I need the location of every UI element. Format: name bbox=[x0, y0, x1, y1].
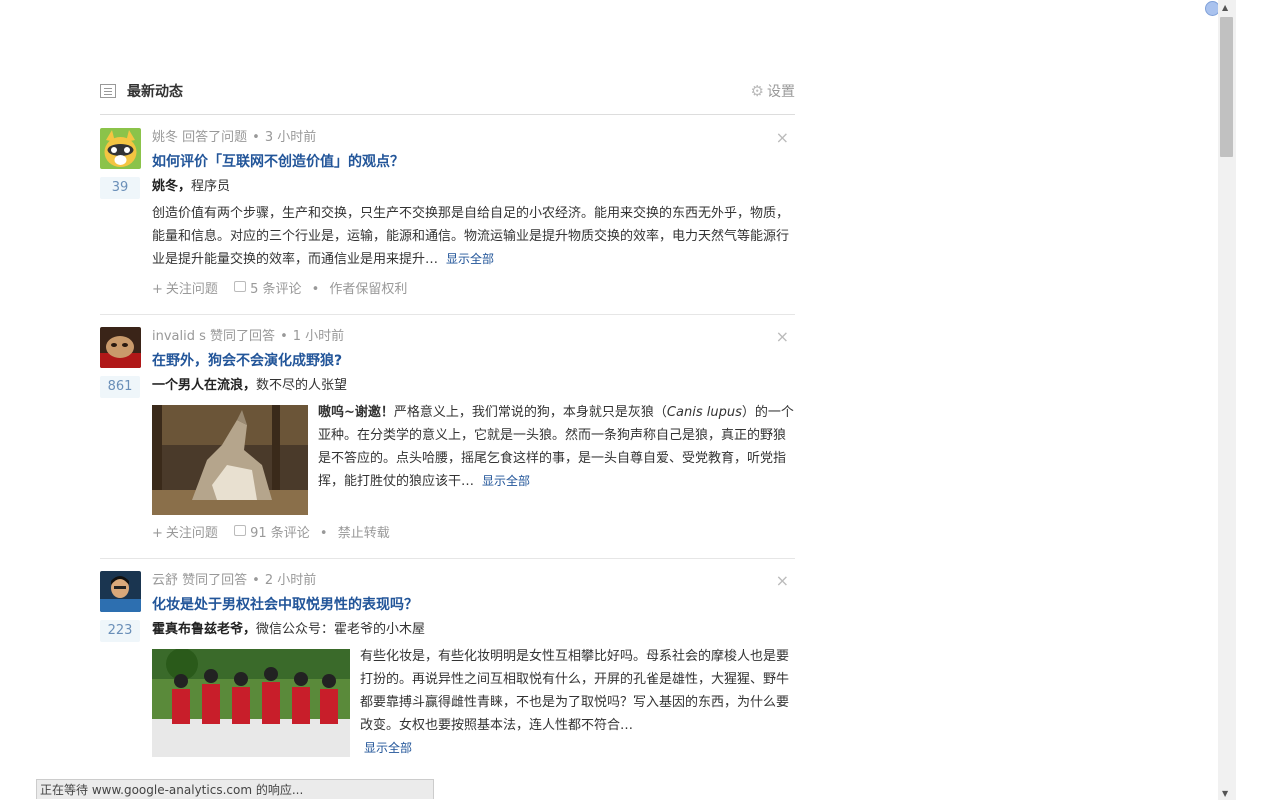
feed-item: 39 × 姚冬 回答了问题 • 3 小时前 如何评价「互联网不创造价值」的观点？ 姚… bbox=[100, 115, 795, 315]
answer-excerpt[interactable]: 嗷呜~谢邀！严格意义上，我们常说的狗，本身就只是灰狼（Canis lupus）的… bbox=[152, 401, 795, 515]
gear-icon: ⚙ bbox=[750, 82, 764, 100]
vertical-scrollbar[interactable]: ▲ ▼ bbox=[1218, 0, 1236, 800]
item-actions: + 关注问题 91 条评论 • 禁止转载 bbox=[152, 525, 390, 541]
excerpt-text-a: 严格意义上，我们常说的狗，本身就只是灰狼（ bbox=[393, 405, 667, 420]
author-bio: 数不尽的人张望 bbox=[256, 378, 348, 393]
plus-icon: + bbox=[152, 526, 163, 541]
item-meta: 姚冬 回答了问题 • 3 小时前 bbox=[152, 130, 317, 145]
meta-time: 3 小时前 bbox=[264, 130, 317, 145]
settings-label: 设置 bbox=[767, 84, 795, 100]
scroll-down-icon[interactable]: ▼ bbox=[1222, 789, 1228, 798]
comments-button[interactable]: 5 条评论 bbox=[234, 281, 302, 297]
copyright-label: 作者保留权利 bbox=[329, 282, 408, 297]
photo-image[interactable] bbox=[152, 649, 350, 757]
item-meta: 云舒 赞同了回答 • 2 小时前 bbox=[152, 573, 317, 588]
scrollbar-thumb[interactable] bbox=[1220, 17, 1233, 157]
meta-time: 1 小时前 bbox=[292, 329, 345, 344]
excerpt-text: 有些化妆是，有些化妆明明是女性互相攀比好吗。母系社会的摩梭人也是要打扮的。再说异… bbox=[360, 649, 790, 733]
comments-label: 5 条评论 bbox=[250, 282, 302, 297]
comment-icon bbox=[234, 281, 247, 292]
feed-header: 最新动态 ⚙ 设置 bbox=[100, 78, 795, 115]
avatar[interactable] bbox=[100, 327, 141, 368]
meta-time: 2 小时前 bbox=[264, 573, 317, 588]
question-title[interactable]: 化妆是处于男权社会中取悦男性的表现吗？ bbox=[152, 594, 795, 616]
close-icon[interactable]: × bbox=[776, 571, 789, 590]
vote-count[interactable]: 39 bbox=[100, 177, 140, 199]
meta-action: 回答了问题 bbox=[182, 130, 248, 145]
wolf-image[interactable] bbox=[152, 405, 308, 515]
meta-user[interactable]: 云舒 bbox=[152, 573, 178, 588]
meta-action: 赞同了回答 bbox=[210, 329, 276, 344]
item-actions: + 关注问题 5 条评论 • 作者保留权利 bbox=[152, 281, 408, 297]
avatar[interactable] bbox=[100, 571, 141, 612]
follow-question-button[interactable]: + 关注问题 bbox=[152, 526, 218, 541]
follow-label: 关注问题 bbox=[165, 526, 218, 541]
answer-excerpt[interactable]: 创造价值有两个步骤，生产和交换，只生产不交换那是自给自足的小农经济。能用来交换的… bbox=[152, 202, 795, 271]
author-bio: 微信公众号：霍老爷的小木屋 bbox=[256, 622, 426, 637]
author-name[interactable]: 姚冬， bbox=[152, 179, 191, 194]
author-info: 霍真布鲁兹老爷，微信公众号：霍老爷的小木屋 bbox=[152, 620, 795, 640]
comment-icon bbox=[234, 525, 247, 536]
vote-count[interactable]: 861 bbox=[100, 376, 140, 398]
meta-action: 赞同了回答 bbox=[182, 573, 248, 588]
author-info: 一个男人在流浪，数不尽的人张望 bbox=[152, 376, 795, 396]
feed: 最新动态 ⚙ 设置 39 × 姚冬 回答了问题 • 3 小时前 如何评价「互联网不创造… bbox=[100, 78, 795, 760]
author-bio: 程序员 bbox=[191, 179, 231, 194]
show-all-link[interactable]: 显示全部 bbox=[482, 474, 530, 488]
comments-label: 91 条评论 bbox=[250, 526, 310, 541]
list-icon bbox=[100, 84, 116, 98]
show-all-link[interactable]: 显示全部 bbox=[364, 741, 412, 755]
author-info: 姚冬，程序员 bbox=[152, 177, 795, 197]
item-content: 云舒 赞同了回答 • 2 小时前 化妆是处于男权社会中取悦男性的表现吗？ 霍真布鲁兹… bbox=[152, 571, 795, 760]
vote-count[interactable]: 223 bbox=[100, 620, 140, 642]
excerpt-italic: Canis lupus bbox=[666, 405, 742, 420]
feed-title: 最新动态 bbox=[127, 84, 183, 100]
follow-question-button[interactable]: + 关注问题 bbox=[152, 282, 218, 297]
copyright-label: 禁止转载 bbox=[337, 526, 390, 541]
status-bar: 正在等待 www.google-analytics.com 的响应... bbox=[36, 779, 434, 799]
avatar[interactable] bbox=[100, 128, 141, 169]
meta-user[interactable]: 姚冬 bbox=[152, 130, 178, 145]
feed-item: 223 × 云舒 赞同了回答 • 2 小时前 化妆是处于男权社会中取悦男性的表现吗？… bbox=[100, 559, 795, 760]
item-content: 姚冬 回答了问题 • 3 小时前 如何评价「互联网不创造价值」的观点？ 姚冬，程序员… bbox=[152, 128, 795, 314]
scroll-up-icon[interactable]: ▲ bbox=[1222, 3, 1228, 12]
show-all-link[interactable]: 显示全部 bbox=[446, 252, 494, 266]
settings-button[interactable]: ⚙ 设置 bbox=[751, 81, 795, 101]
plus-icon: + bbox=[152, 282, 163, 297]
comments-button[interactable]: 91 条评论 bbox=[234, 525, 310, 541]
meta-user[interactable]: invalid s bbox=[152, 329, 206, 344]
answer-excerpt[interactable]: 有些化妆是，有些化妆明明是女性互相攀比好吗。母系社会的摩梭人也是要打扮的。再说异… bbox=[152, 645, 795, 760]
question-title[interactable]: 在野外，狗会不会演化成野狼? bbox=[152, 350, 795, 372]
close-icon[interactable]: × bbox=[776, 128, 789, 147]
close-icon[interactable]: × bbox=[776, 327, 789, 346]
author-name[interactable]: 一个男人在流浪， bbox=[152, 378, 256, 393]
feed-item: 861 × invalid s 赞同了回答 • 1 小时前 在野外，狗会不会演化成野… bbox=[100, 315, 795, 559]
item-content: invalid s 赞同了回答 • 1 小时前 在野外，狗会不会演化成野狼? 一个男… bbox=[152, 327, 795, 558]
follow-label: 关注问题 bbox=[165, 282, 218, 297]
item-meta: invalid s 赞同了回答 • 1 小时前 bbox=[152, 329, 345, 344]
excerpt-lead: 嗷呜~谢邀！ bbox=[318, 405, 394, 420]
author-name[interactable]: 霍真布鲁兹老爷， bbox=[152, 622, 256, 637]
question-title[interactable]: 如何评价「互联网不创造价值」的观点？ bbox=[152, 151, 795, 173]
